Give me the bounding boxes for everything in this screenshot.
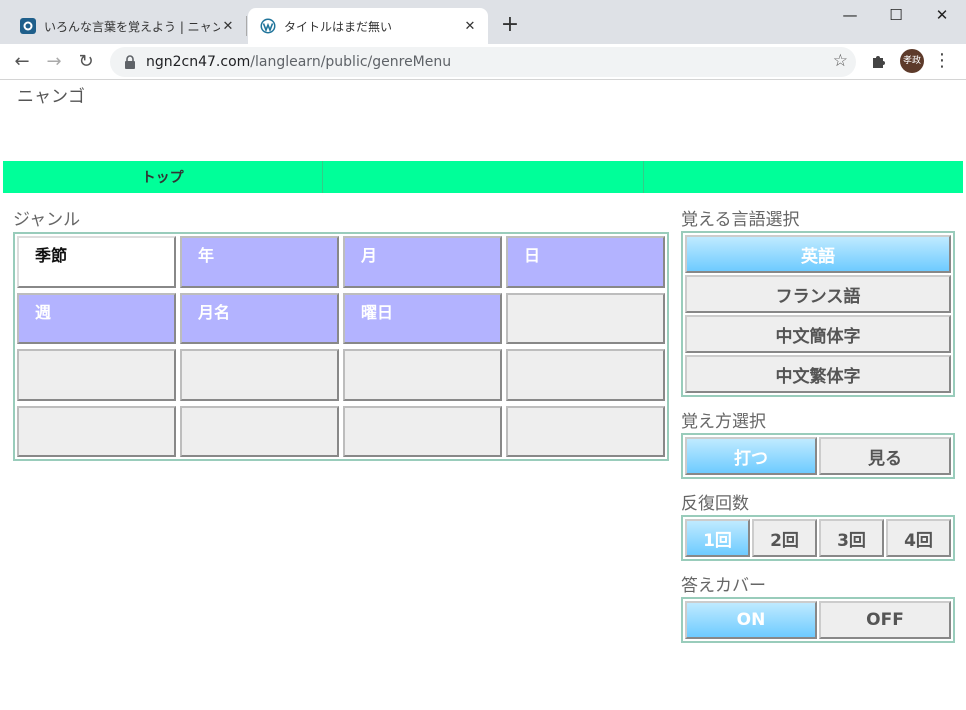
genre-grid: 季節年月日週月名 曜日 [13, 232, 669, 461]
genre-cell[interactable] [17, 349, 176, 401]
site-favicon-icon [20, 18, 36, 34]
genre-cell[interactable]: 年 [180, 236, 339, 288]
tab-nyango[interactable]: いろんな言葉を覚えよう | ニャン語 ✕ [8, 8, 246, 44]
nav-item-3[interactable] [644, 161, 963, 193]
reload-icon[interactable]: ↻ [72, 48, 100, 76]
genre-cell[interactable]: 月 [343, 236, 502, 288]
genre-cell[interactable] [506, 349, 665, 401]
method-select-label: 覚え方選択 [681, 412, 766, 432]
genre-cell[interactable] [180, 405, 339, 457]
repeat-options: 1回 2回 3回 4回 [685, 519, 951, 557]
genre-label: ジャンル [13, 210, 81, 230]
url-host: ngn2cn47.com [146, 54, 251, 70]
lock-icon [125, 55, 135, 69]
back-icon[interactable]: ← [8, 48, 36, 76]
close-window-icon[interactable]: ✕ [920, 2, 964, 30]
answer-cover-box: ON OFF [681, 597, 955, 643]
genre-cell[interactable] [180, 349, 339, 401]
browser-chrome: いろんな言葉を覚えよう | ニャン語 ✕ タイトルはまだ無い ✕ + — ☐ ✕… [0, 0, 966, 80]
language-option[interactable]: 英語 [685, 235, 951, 273]
repeat-count-option[interactable]: 3回 [819, 519, 884, 557]
language-select-box: 英語 フランス語 中文簡体字 中文繁体字 [681, 231, 955, 397]
genre-cell[interactable] [17, 405, 176, 457]
language-option[interactable]: 中文繁体字 [685, 355, 951, 393]
browser-toolbar: ← → ↻ ngn2cn47.com/langlearn/public/genr… [0, 44, 966, 80]
language-select-label: 覚える言語選択 [681, 210, 800, 230]
bookmark-star-icon[interactable]: ☆ [833, 51, 848, 71]
tab-separator [246, 16, 247, 36]
close-tab-icon[interactable]: ✕ [220, 19, 236, 34]
extensions-puzzle-icon[interactable] [868, 50, 890, 72]
profile-avatar[interactable]: 孝政 [900, 49, 924, 73]
genre-cell[interactable]: 月名 [180, 292, 339, 344]
genre-cell[interactable] [506, 292, 665, 344]
forward-icon[interactable]: → [40, 48, 68, 76]
genre-cell[interactable] [343, 349, 502, 401]
method-option[interactable]: 見る [819, 437, 951, 475]
repeat-count-option[interactable]: 2回 [752, 519, 817, 557]
page-content: ニャンゴ トップ ジャンル 季節年月日週月名 曜日 覚える言語選択 英語 フランス語… [1, 80, 965, 710]
answer-cover-option[interactable]: OFF [819, 601, 951, 639]
method-options: 打つ 見る [685, 437, 951, 475]
nav-item-2[interactable] [323, 161, 644, 193]
wordpress-icon [260, 18, 276, 34]
tab-title: いろんな言葉を覚えよう | ニャン語 [44, 19, 220, 34]
nav-bar: トップ [3, 161, 963, 193]
genre-cell[interactable]: 季節 [17, 236, 176, 288]
genre-cell[interactable]: 日 [506, 236, 665, 288]
tab-active[interactable]: タイトルはまだ無い ✕ [248, 8, 488, 44]
tab-title: タイトルはまだ無い [284, 19, 393, 34]
tab-strip: いろんな言葉を覚えよう | ニャン語 ✕ タイトルはまだ無い ✕ + — ☐ ✕ [0, 0, 966, 44]
repeat-count-option[interactable]: 1回 [685, 519, 750, 557]
close-tab-icon[interactable]: ✕ [462, 19, 478, 34]
answer-cover-options: ON OFF [685, 601, 951, 639]
new-tab-icon[interactable]: + [500, 14, 520, 38]
repeat-count-option[interactable]: 4回 [886, 519, 951, 557]
repeat-count-box: 1回 2回 3回 4回 [681, 515, 955, 561]
site-title: ニャンゴ [17, 87, 85, 107]
genre-cell[interactable] [506, 405, 665, 457]
method-select-box: 打つ 見る [681, 433, 955, 479]
language-option[interactable]: 中文簡体字 [685, 315, 951, 353]
genre-cell[interactable]: 曜日 [343, 292, 502, 344]
nav-item-top[interactable]: トップ [3, 161, 324, 193]
answer-cover-label: 答えカバー [681, 576, 766, 596]
genre-cell[interactable] [343, 405, 502, 457]
genre-cell[interactable]: 週 [17, 292, 176, 344]
method-option[interactable]: 打つ [685, 437, 817, 475]
address-bar[interactable]: ngn2cn47.com/langlearn/public/genreMenu … [110, 47, 856, 77]
kebab-menu-icon[interactable]: ⋮ [930, 48, 954, 76]
minimize-icon[interactable]: — [828, 2, 872, 30]
url-text: ngn2cn47.com/langlearn/public/genreMenu [146, 54, 451, 70]
url-path: /langlearn/public/genreMenu [250, 54, 452, 70]
maximize-icon[interactable]: ☐ [874, 2, 918, 30]
repeat-count-label: 反復回数 [681, 494, 749, 514]
language-option[interactable]: フランス語 [685, 275, 951, 313]
answer-cover-option[interactable]: ON [685, 601, 817, 639]
